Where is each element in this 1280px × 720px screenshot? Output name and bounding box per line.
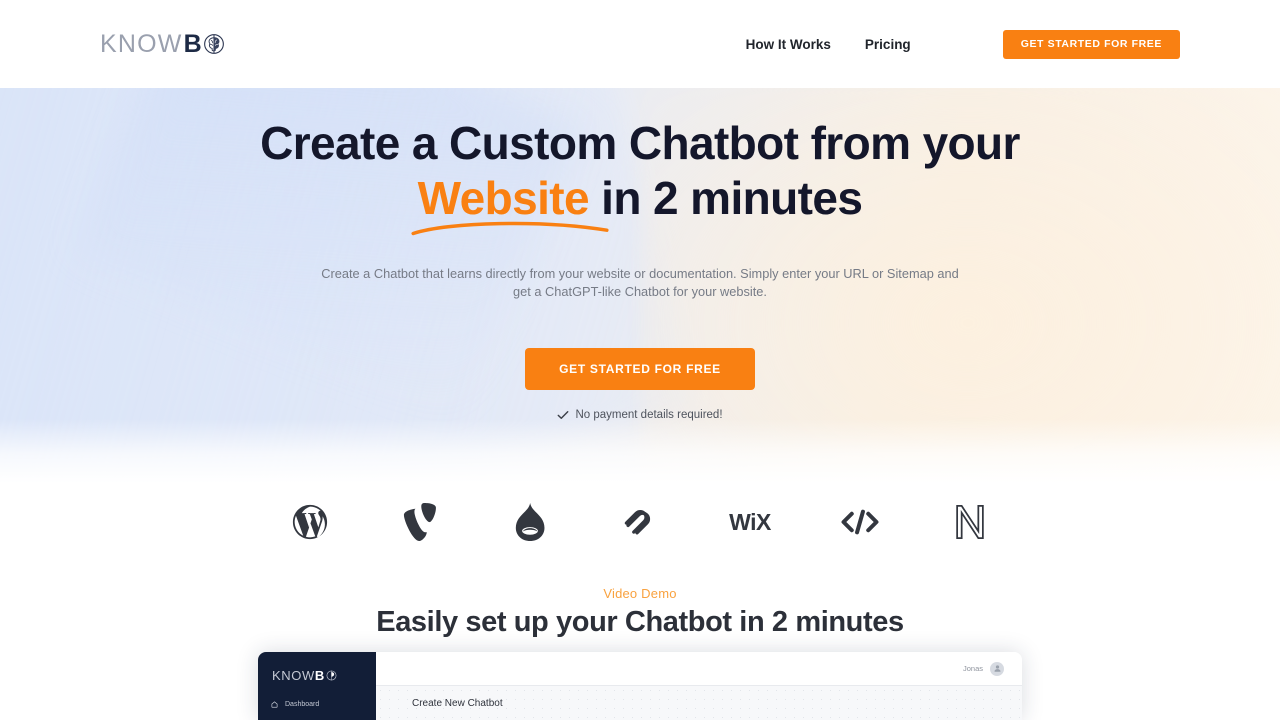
logo-wordmark: KNOW B	[100, 29, 203, 58]
hero-get-started-button[interactable]: GET STARTED FOR FREE	[525, 347, 755, 390]
nav-link-how-it-works[interactable]: How It Works	[746, 37, 831, 52]
hero-note-text: No payment details required!	[575, 408, 723, 421]
video-preview-sidebar: KNOW B Dashboard	[258, 652, 376, 720]
video-demo-title: Easily set up your Chatbot in 2 minutes	[376, 606, 904, 638]
header-get-started-button[interactable]: GET STARTED FOR FREE	[1002, 29, 1180, 59]
video-preview-content-heading: Create New Chatbot	[412, 698, 503, 709]
user-avatar-icon	[990, 661, 1004, 676]
video-demo-section: Video Demo Easily set up your Chatbot in…	[0, 586, 1280, 639]
video-preview-player[interactable]: KNOW B Dashboard Jonas Create New Chatbo…	[258, 652, 1022, 720]
video-preview-topbar: Jonas	[376, 652, 1022, 686]
squarespace-logo-icon	[585, 503, 695, 541]
video-preview-logo-prefix: KNOW	[272, 668, 315, 683]
home-icon	[271, 701, 278, 708]
site-logo[interactable]: KNOW B	[100, 29, 225, 59]
wix-logo-icon: WiX	[729, 508, 771, 535]
video-demo-eyebrow: Video Demo	[603, 586, 677, 601]
underline-swoosh-icon	[411, 221, 609, 236]
platform-logo-strip: WiX	[0, 483, 1280, 561]
custom-code-logo-icon	[805, 506, 915, 538]
hero-title-rest: in 2 minutes	[588, 171, 863, 224]
video-preview-content: Create New Chatbot	[376, 686, 1022, 720]
video-preview-brain-icon	[326, 670, 337, 681]
hero-title-line-1: Create a Custom Chatbot from your	[260, 117, 1020, 169]
drupal-logo-icon	[475, 503, 585, 541]
video-preview-main: Jonas Create New Chatbot	[376, 652, 1022, 720]
hero-bottom-fade	[0, 419, 1280, 483]
video-preview-sidebar-item-dashboard: Dashboard	[271, 701, 319, 708]
site-header: KNOW B How It Works Pricing GET STARTED F…	[0, 0, 1280, 88]
hero-section: Create a Custom Chatbot from your Websit…	[0, 88, 1280, 483]
logo-text-bold: B	[183, 29, 203, 58]
hero-subtitle-line-1: Create a Chatbot that learns directly fr…	[321, 265, 934, 281]
hero-content: Create a Custom Chatbot from your Websit…	[0, 88, 1280, 421]
video-preview-logo: KNOW B	[272, 668, 337, 683]
main-navigation: How It Works Pricing	[746, 37, 911, 52]
hero-title-line-2: Website in 2 minutes	[0, 171, 1280, 236]
wordpress-logo-icon	[255, 503, 365, 541]
hero-cta-wrapper: GET STARTED FOR FREE No payment details …	[0, 347, 1280, 421]
video-preview-sidebar-label: Dashboard	[285, 701, 320, 708]
typo3-logo-icon	[365, 503, 475, 541]
hero-note: No payment details required!	[0, 409, 1280, 421]
hero-subtitle: Create a Chatbot that learns directly fr…	[320, 265, 960, 302]
video-preview-logo-bold: B	[314, 668, 325, 683]
nav-link-pricing[interactable]: Pricing	[865, 37, 911, 52]
video-preview-user-name: Jonas	[962, 664, 983, 673]
netlify-logo-icon	[915, 503, 1025, 541]
hero-title: Create a Custom Chatbot from your Websit…	[0, 117, 1280, 236]
check-icon	[557, 409, 569, 421]
landing-page: KNOW B How It Works Pricing GET STARTED F…	[0, 0, 1280, 720]
hero-title-highlight-wrap: Website	[411, 174, 609, 236]
logo-text-prefix: KNOW	[100, 29, 183, 58]
brain-icon	[203, 33, 225, 55]
